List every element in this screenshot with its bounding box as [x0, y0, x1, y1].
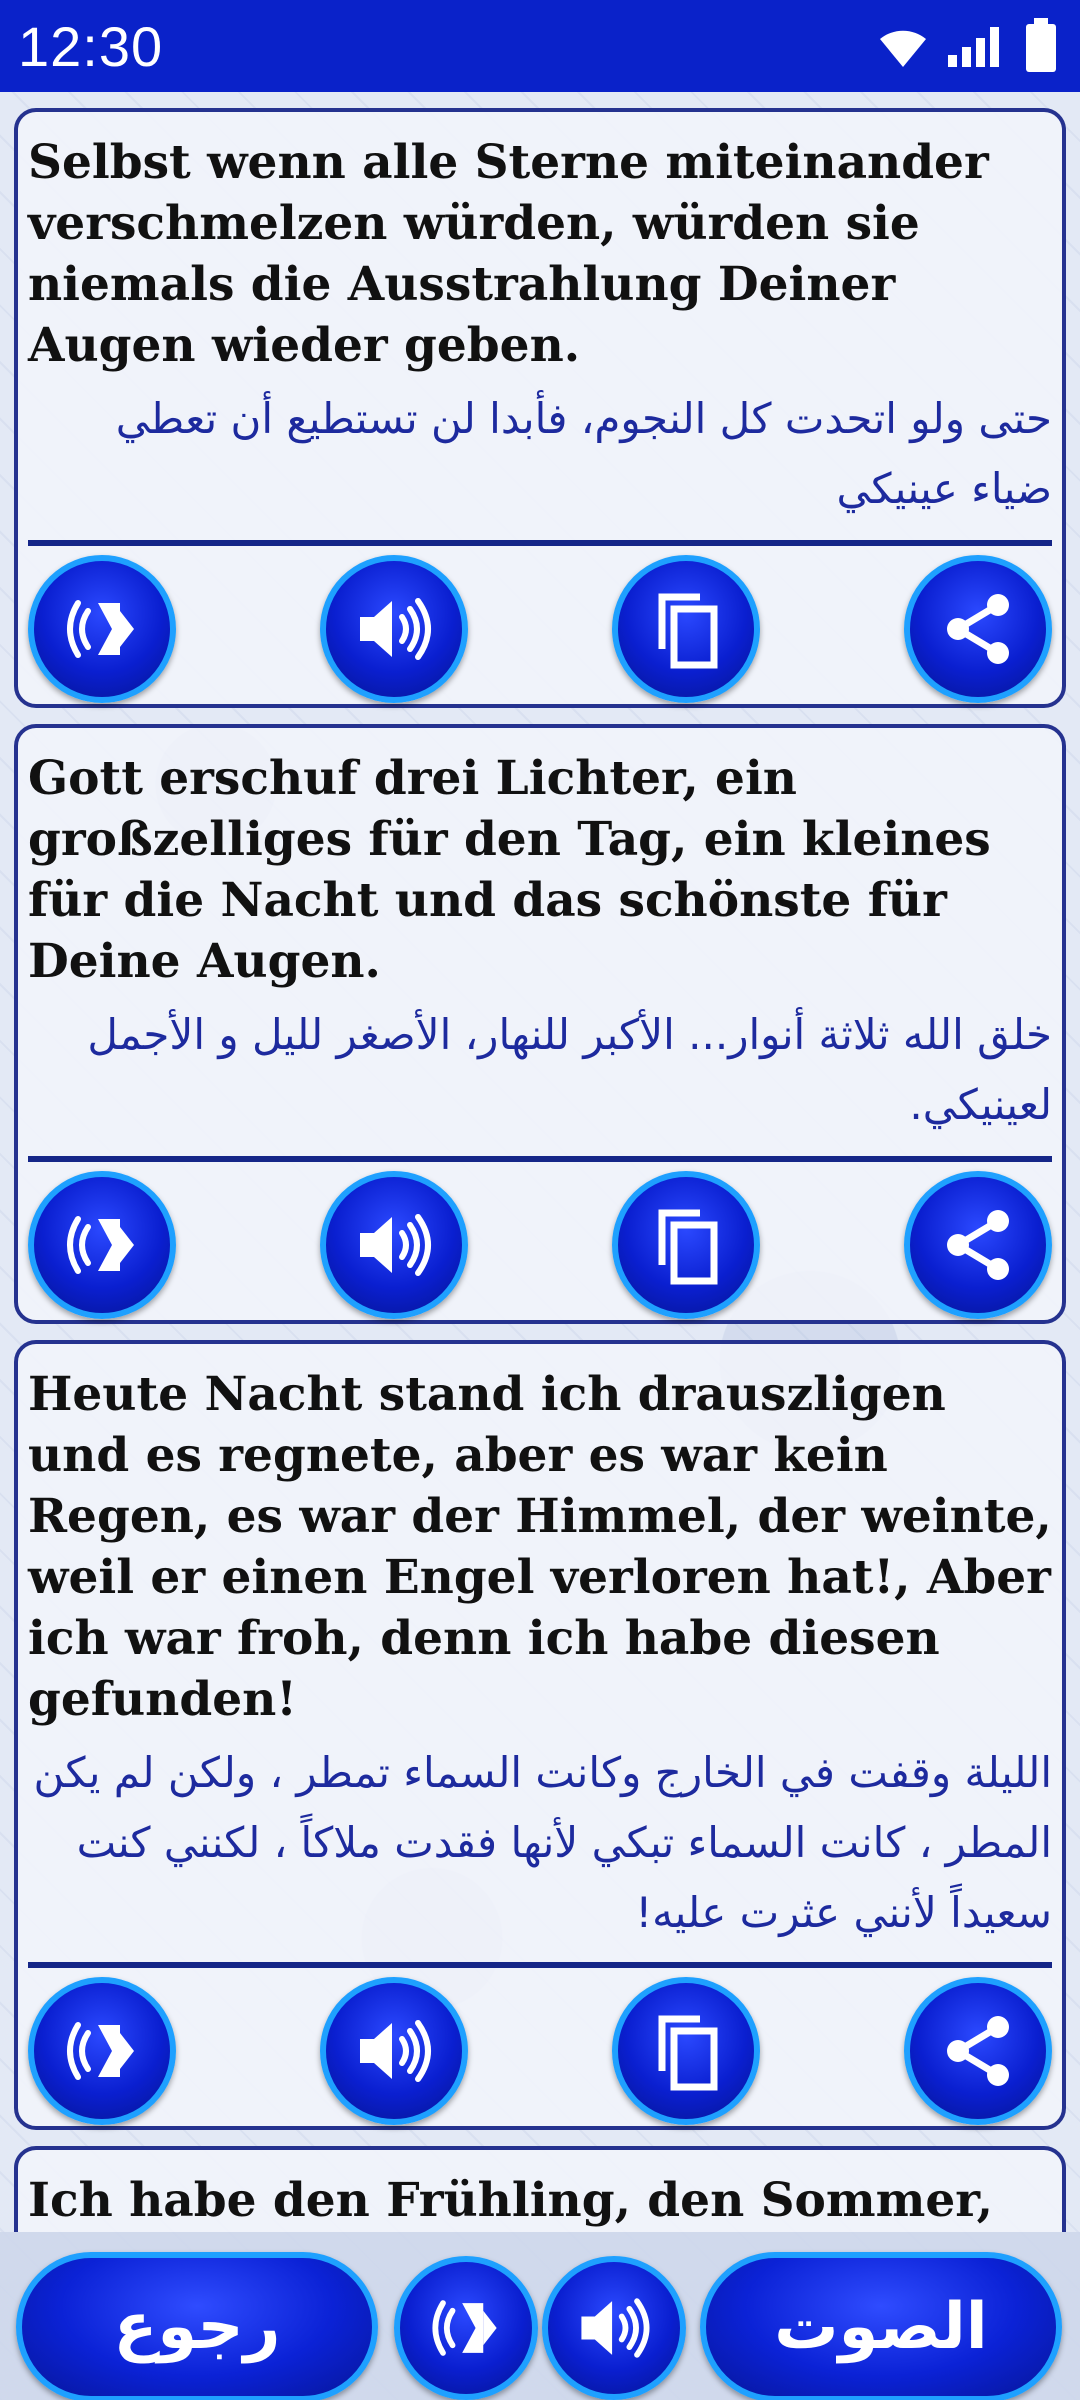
german-text: Selbst wenn alle Sterne miteinander vers… — [28, 135, 989, 373]
speaker-icon — [360, 598, 431, 660]
back-button[interactable]: رجوع — [16, 2252, 378, 2400]
arabic-text: خلق الله ثلاثة أنوار... الأكبر للنهار، ا… — [87, 1010, 1052, 1129]
play-button[interactable] — [320, 1977, 468, 2125]
speaker-icon — [581, 2298, 650, 2358]
slow-speaker-icon — [67, 2022, 134, 2080]
phrase-card: Heute Nacht stand ich drauszligen und es… — [14, 1340, 1066, 2130]
slow-play-button[interactable] — [28, 1171, 176, 1319]
status-time: 12:30 — [18, 14, 164, 78]
arabic-text: الليلة وقفت في الخارج وكانت السماء تمطر … — [33, 1748, 1052, 1937]
divider — [28, 1962, 1052, 1968]
phrase-card: Ich habe den Frühling, den Sommer, — [14, 2146, 1066, 2232]
copy-icon — [658, 1209, 718, 1285]
sound-button[interactable]: الصوت — [700, 2252, 1062, 2400]
share-icon — [947, 1210, 1009, 1280]
slow-play-button[interactable] — [28, 1977, 176, 2125]
german-text: Ich habe den Frühling, den Sommer, — [28, 2173, 993, 2228]
signal-icon — [948, 27, 999, 67]
copy-button[interactable] — [612, 1977, 760, 2125]
speaker-icon — [360, 2020, 431, 2082]
slow-play-button[interactable] — [28, 555, 176, 703]
back-button-label: رجوع — [113, 2290, 281, 2364]
share-icon — [947, 594, 1009, 664]
phrase-card: Selbst wenn alle Sterne miteinander vers… — [14, 108, 1066, 708]
copy-button[interactable] — [612, 555, 760, 703]
copy-button[interactable] — [612, 1171, 760, 1319]
slow-speaker-icon — [67, 1216, 134, 1274]
status-bar: 12:30 — [0, 0, 1080, 92]
german-text: Heute Nacht stand ich drauszligen und es… — [28, 1367, 1052, 1727]
slow-play-all-button[interactable] — [394, 2256, 538, 2400]
slow-speaker-icon — [67, 600, 134, 658]
speaker-icon — [360, 1214, 431, 1276]
play-all-button[interactable] — [542, 2256, 686, 2400]
slow-speaker-icon — [432, 2300, 497, 2356]
phrase-list[interactable]: Selbst wenn alle Sterne miteinander vers… — [0, 92, 1080, 2232]
bottom-bar: رجوع الصوت — [0, 2232, 1080, 2400]
share-button[interactable] — [904, 1171, 1052, 1319]
card-actions — [28, 1170, 1052, 1320]
battery-icon — [1026, 18, 1056, 72]
share-icon — [947, 2016, 1009, 2086]
divider — [28, 1156, 1052, 1162]
card-actions — [28, 1976, 1052, 2126]
phrase-card: Gott erschuf drei Lichter, ein großzelli… — [14, 724, 1066, 1324]
wifi-icon — [880, 30, 926, 67]
status-icons — [876, 18, 1058, 74]
card-actions — [28, 554, 1052, 704]
share-button[interactable] — [904, 1977, 1052, 2125]
share-button[interactable] — [904, 555, 1052, 703]
german-text: Gott erschuf drei Lichter, ein großzelli… — [28, 751, 991, 989]
copy-icon — [658, 593, 718, 669]
play-button[interactable] — [320, 1171, 468, 1319]
play-button[interactable] — [320, 555, 468, 703]
arabic-text: حتى ولو اتحدت كل النجوم، فأبدا لن تستطيع… — [115, 394, 1052, 513]
copy-icon — [658, 2015, 718, 2091]
divider — [28, 540, 1052, 546]
sound-button-label: الصوت — [774, 2290, 988, 2364]
